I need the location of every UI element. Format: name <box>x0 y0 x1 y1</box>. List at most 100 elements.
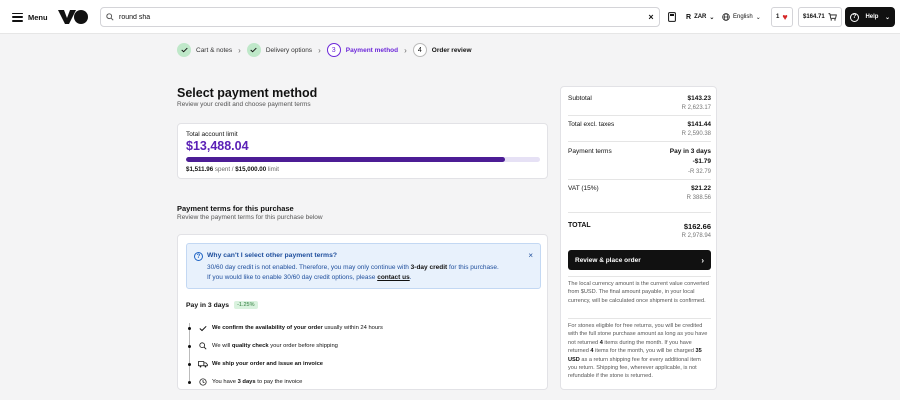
step-delivery-options[interactable]: Delivery options <box>246 43 312 57</box>
timeline-bold: We confirm the availability of your orde… <box>212 325 323 331</box>
order-summary: Subtotal $143.23 R 2,623.17 Total excl. … <box>560 86 717 390</box>
contact-us-link[interactable]: contact us <box>377 274 410 281</box>
limit-progress-bar <box>186 157 540 162</box>
timeline-dot <box>186 362 193 366</box>
search-bar: × <box>100 7 660 27</box>
timeline-text: We will quality check your order before … <box>212 343 338 349</box>
step-label: Payment method <box>345 46 399 54</box>
vat-label: VAT (15%) <box>568 185 599 192</box>
cart-button[interactable]: $164.71 <box>798 7 842 27</box>
account-limit-card: Total account limit $13,488.04 $1,511.96… <box>177 123 548 179</box>
currency-selector[interactable]: R ZAR ⌄ <box>686 7 714 27</box>
page-title: Select payment method <box>177 86 318 100</box>
wishlist-button[interactable]: 1 ♥ <box>771 7 793 27</box>
payment-terms-usd: -$1.79 <box>692 158 711 165</box>
divider <box>568 115 711 116</box>
payment-terms-card: ? Why can't I select other payment terms… <box>177 234 548 390</box>
review-place-order-button[interactable]: Review & place order › <box>568 250 711 270</box>
divider <box>568 179 711 180</box>
language-selector[interactable]: English ⌄ <box>722 7 761 27</box>
language-label: English <box>733 14 753 20</box>
step-label: Order review <box>431 46 472 54</box>
payment-terms-zar: -R 32.79 <box>687 169 711 175</box>
alert-text: 30/60 day credit is not enabled. Therefo… <box>207 264 411 271</box>
chevron-down-icon: ⌄ <box>884 14 890 21</box>
total-label: TOTAL <box>568 222 591 229</box>
terms-subtitle: Review the payment terms for this purcha… <box>177 214 323 221</box>
calculator-icon <box>668 12 676 22</box>
step-cart-notes[interactable]: Cart & notes <box>177 43 232 57</box>
discount-badge: -1.25% <box>234 301 258 309</box>
limit-value: $13,488.04 <box>186 139 249 153</box>
checkout-stepper: Cart & notes › Delivery options › 3 Paym… <box>177 42 472 58</box>
timeline-dot <box>186 344 193 348</box>
divider <box>568 318 711 319</box>
place-order-label: Review & place order <box>575 256 641 264</box>
currency-label: ZAR <box>694 14 707 20</box>
step-order-review[interactable]: 4 Order review <box>412 43 472 57</box>
clear-search-icon[interactable]: × <box>643 12 659 22</box>
search-input[interactable] <box>119 13 643 21</box>
timeline-rest: to pay the invoice <box>255 379 303 385</box>
check-icon <box>246 43 261 57</box>
timeline-bold: quality check <box>231 343 269 349</box>
limit-suffix: limit <box>267 166 279 173</box>
arrow-right-icon: › <box>701 255 704 265</box>
spent-amount: $1,511.96 <box>186 166 214 173</box>
terms-title: Payment terms for this purchase <box>177 204 294 213</box>
rand-icon: R <box>686 13 692 21</box>
search-icon <box>101 13 119 21</box>
question-icon: ? <box>850 12 859 22</box>
divider <box>568 276 711 277</box>
subtotal-usd: $143.23 <box>687 95 712 102</box>
help-button[interactable]: ? Help ⌄ <box>845 7 895 27</box>
timeline-text: You have 3 days to pay the invoice <box>212 379 302 385</box>
payment-terms-label: Payment terms <box>568 148 612 155</box>
alert-text: If you would like to enable 30/60 day cr… <box>207 274 378 281</box>
wishlist-count: 1 <box>776 14 780 20</box>
alert-bold: 3-day credit <box>410 264 448 271</box>
terms-info-alert: ? Why can't I select other payment terms… <box>186 243 541 289</box>
timeline-step: We confirm the availability of your orde… <box>186 319 541 337</box>
timeline-step: We ship your order and issue an invoice <box>186 355 541 373</box>
menu-button[interactable]: Menu <box>12 10 48 24</box>
timeline-dot <box>186 326 193 330</box>
alert-body: 30/60 day credit is not enabled. Therefo… <box>207 263 527 283</box>
returns-note: For stones eligible for free returns, yo… <box>568 322 711 381</box>
step-number: 4 <box>412 43 427 57</box>
total-zar: R 2,978.94 <box>681 233 711 239</box>
top-bar: Menu × R ZAR ⌄ English ⌄ 1 ♥ $164.71 ? H… <box>0 0 900 34</box>
excl-taxes-usd: $141.44 <box>687 121 712 128</box>
payment-option-title: Pay in 3 days <box>186 301 230 309</box>
payment-timeline: We confirm the availability of your orde… <box>186 319 541 391</box>
close-icon[interactable]: × <box>528 251 533 260</box>
limit-total: $15,000.00 <box>235 166 267 173</box>
magnifier-icon <box>196 342 210 350</box>
timeline-bold: 3 days <box>237 379 256 385</box>
alert-text: . <box>409 274 412 281</box>
globe-icon <box>722 13 730 21</box>
alert-text: for this purchase. <box>447 264 499 271</box>
note-text: items for the month, you will be charged <box>593 348 696 355</box>
cart-icon <box>828 13 837 21</box>
spent-suffix: spent / <box>214 166 236 173</box>
chevron-down-icon: ⌄ <box>755 14 761 21</box>
chevron-right-icon: › <box>404 45 407 55</box>
timeline-step: You have 3 days to pay the invoice <box>186 373 541 391</box>
divider <box>568 212 711 213</box>
timeline-step: We will quality check your order before … <box>186 337 541 355</box>
total-usd: $162.66 <box>683 222 711 231</box>
timeline-dot <box>186 380 193 384</box>
cart-total: $164.71 <box>803 14 825 20</box>
vat-usd: $21.22 <box>691 185 711 192</box>
currency-note: The local currency amount is the current… <box>568 281 709 304</box>
question-icon: ? <box>194 252 203 261</box>
timeline-pre: You have <box>212 379 238 385</box>
step-payment-method[interactable]: 3 Payment method <box>326 43 399 57</box>
step-label: Cart & notes <box>196 46 233 54</box>
timeline-rest: your order before shipping <box>268 343 338 349</box>
timeline-text: We confirm the availability of your orde… <box>212 325 383 331</box>
calculator-button[interactable] <box>668 7 676 27</box>
brand-logo[interactable] <box>58 9 88 25</box>
timeline-text: We ship your order and issue an invoice <box>212 361 323 367</box>
